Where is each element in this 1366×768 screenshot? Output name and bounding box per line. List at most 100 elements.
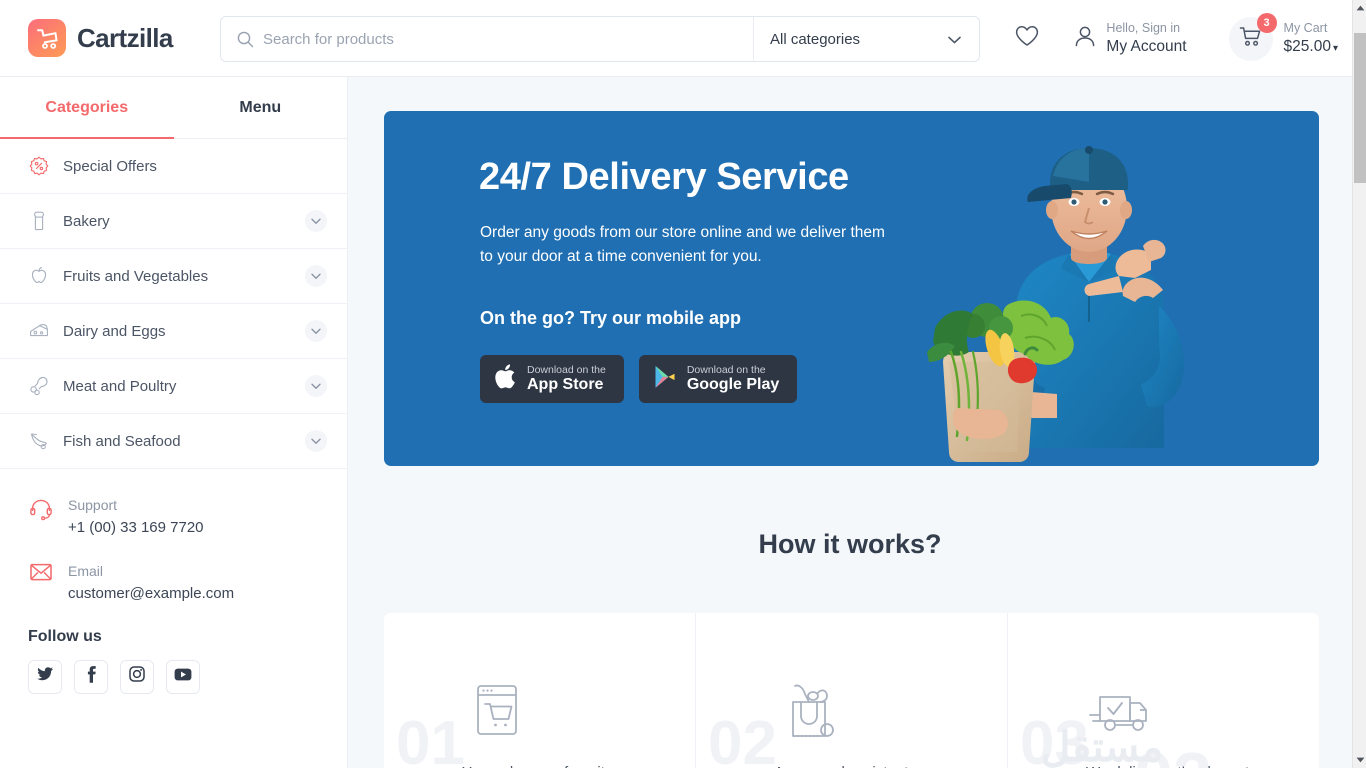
app-store-button[interactable]: Download on the App Store [480,355,624,403]
how-it-works-steps: 01 You order your favorite products onli… [384,613,1319,768]
contact-label: Support [68,497,118,513]
logo[interactable]: Cartzilla [28,19,173,57]
sidebar-item-label: Special Offers [63,157,157,175]
account-text: Hello, Sign in My Account [1106,21,1186,56]
account-menu[interactable]: Hello, Sign in My Account [1074,21,1187,56]
chevron-down-icon[interactable] [305,320,327,342]
hero-banner: 24/7 Delivery Service Order any goods fr… [384,111,1319,466]
sidebar-item-label: Bakery [63,212,110,230]
sidebar-item-bakery[interactable]: Bakery [0,194,347,249]
account-greeting: Hello, Sign in [1106,21,1181,35]
cart-total-value: $25.00 [1283,37,1331,55]
search-input[interactable] [263,17,753,61]
hero-subtitle: Order any goods from our store online an… [480,224,885,266]
follow-us-title: Follow us [28,627,102,645]
page-root: Cartzilla All categories [0,0,1352,768]
cheese-icon [28,320,50,342]
app-store-text: Download on the App Store [527,364,606,394]
contact-support[interactable]: Support +1 (00) 33 169 7720 [28,495,319,539]
cart-label: My Cart [1283,21,1328,35]
google-play-text: Download on the Google Play [687,364,779,394]
contact-value: +1 (00) 33 169 7720 [68,519,204,536]
chevron-down-icon[interactable] [305,265,327,287]
app-store-buttons: Download on the App Store Download on th… [480,355,798,403]
scroll-down-arrow[interactable] [1353,752,1366,768]
chevron-down-icon[interactable] [305,210,327,232]
how-it-works-title: How it works? [758,529,942,559]
sidebar-item-label: Fruits and Vegetables [63,267,209,285]
twitter-icon [37,667,53,686]
social-youtube-button[interactable] [166,659,200,694]
social-facebook-button[interactable] [74,659,108,694]
contact-value: customer@example.com [68,585,235,603]
headset-icon [28,495,54,539]
step-number: 02 [708,709,777,768]
sidebar-item-fish-and-seafood[interactable]: Fish and Seafood [0,414,347,469]
logo-text: Cartzilla [77,22,173,53]
sidebar-tabs: Categories Menu [0,77,347,139]
google-play-small: Download on the [686,363,766,376]
step-text: We deliver to the door at a time conveni… [1086,761,1266,768]
tab-menu[interactable]: Menu [174,77,348,138]
sidebar-item-label: Dairy and Eggs [63,322,166,340]
grocery-bag-icon [774,675,844,747]
chevron-down-icon[interactable] [305,430,327,452]
sidebar-item-fruits-and-vegetables[interactable]: Fruits and Vegetables [0,249,347,304]
header-actions: Hello, Sign in My Account 3 My Cart $25.… [1004,0,1338,77]
envelope-icon [28,561,54,605]
cart-total: $25.00 ▾ [1284,37,1338,56]
account-name: My Account [1106,37,1187,55]
cart-text: My Cart $25.00 ▾ [1284,21,1338,56]
sidebar-item-label: Fish and Seafood [63,432,181,450]
sidebar-item-dairy-and-eggs[interactable]: Dairy and Eggs [0,304,347,359]
user-icon [1074,24,1096,53]
wishlist-button[interactable] [1004,16,1050,62]
step-card: 03 We deliver to the door at a time [1008,613,1319,768]
sidebar-contacts: Support +1 (00) 33 169 7720 Email custom… [0,469,347,694]
heart-icon [1015,25,1039,52]
category-select-value: All categories [770,30,861,48]
step-number: 03 [1020,709,1089,768]
search-icon [221,31,263,48]
chevron-down-icon[interactable]: ▾ [1333,43,1338,54]
sidebar-item-special-offers[interactable]: Special Offers [0,139,347,194]
step-text: A personal assistant collects the produc… [774,761,954,768]
social-links [28,659,319,694]
cart-icon-button[interactable]: 3 [1228,12,1277,61]
hero-title: 24/7 Delivery Service [479,156,849,198]
category-list: Special Offers Bakery Fruits and Vegetab… [0,139,347,469]
instagram-icon [129,666,145,687]
cart-widget[interactable]: 3 My Cart $25.00 ▾ [1228,12,1338,61]
google-play-button[interactable]: Download on the Google Play [638,355,798,403]
fish-icon [28,430,50,452]
browser-viewport: Cartzilla All categories [0,0,1366,768]
contact-support-text: Support +1 (00) 33 169 7720 [68,495,204,539]
hero-cta-text: On the go? Try our mobile app [480,308,742,328]
scrollbar-thumb[interactable] [1354,33,1366,183]
delivery-truck-check-icon [1086,675,1156,747]
app-store-big: App Store [527,375,604,393]
shopping-cart-logo-icon [28,19,66,57]
tab-categories[interactable]: Categories [0,77,174,139]
app-store-small: Download on the [527,363,606,376]
sidebar-item-meat-and-poultry[interactable]: Meat and Poultry [0,359,347,414]
step-text: You order your favorite products online [462,761,642,768]
contact-label: Email [68,563,104,580]
cart-badge: 3 [1256,12,1277,33]
percent-badge-icon [28,155,50,177]
drumstick-icon [28,375,50,397]
chevron-down-icon[interactable] [305,375,327,397]
step-card: 02 A personal assistant collects the pro… [696,613,1008,768]
category-select[interactable]: All categories [753,17,979,61]
page-scrollbar[interactable] [1352,0,1366,768]
contact-email[interactable]: Email customer@example.com [28,561,319,605]
scroll-up-arrow[interactable] [1353,0,1366,16]
step-number: 01 [396,709,465,768]
step-card: 01 You order your favorite products onli… [384,613,696,768]
delivery-man-image [921,136,1251,466]
social-instagram-button[interactable] [120,659,154,694]
google-play-icon [654,365,676,394]
site-header: Cartzilla All categories [0,0,1352,77]
sidebar-item-label: Meat and Poultry [63,377,177,395]
social-twitter-button[interactable] [28,659,62,694]
